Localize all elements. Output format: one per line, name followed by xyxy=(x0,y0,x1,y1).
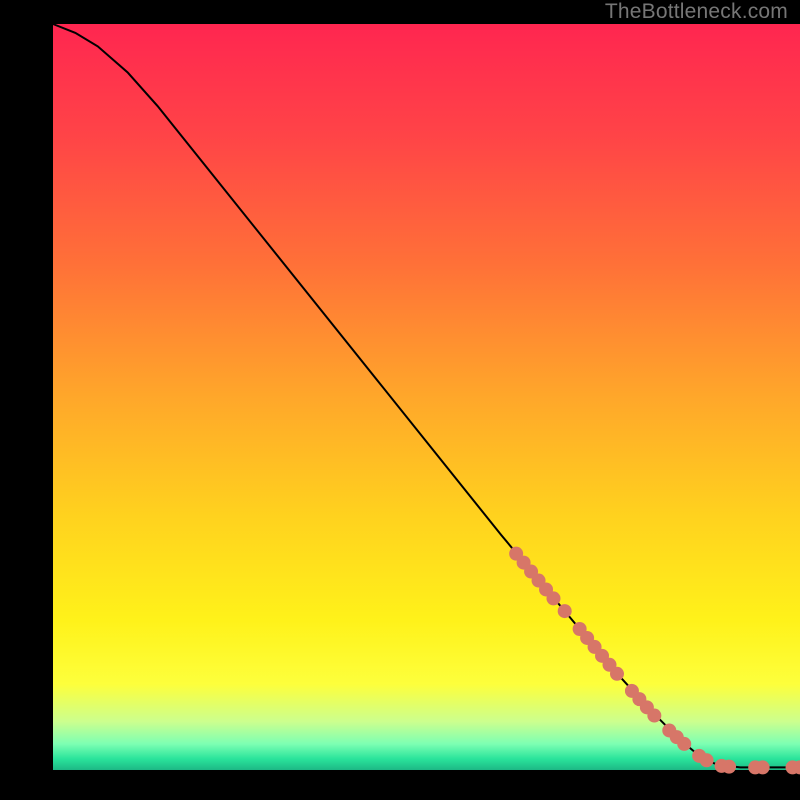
curve-marker xyxy=(558,604,572,618)
curve-marker xyxy=(722,760,736,774)
curve-marker xyxy=(677,737,691,751)
plot-background xyxy=(53,24,800,770)
curve-marker xyxy=(546,591,560,605)
curve-chart xyxy=(0,0,800,800)
curve-marker xyxy=(756,760,770,774)
curve-marker xyxy=(647,709,661,723)
curve-marker xyxy=(610,667,624,681)
chart-container: TheBottleneck.com xyxy=(0,0,800,800)
curve-marker xyxy=(700,753,714,767)
